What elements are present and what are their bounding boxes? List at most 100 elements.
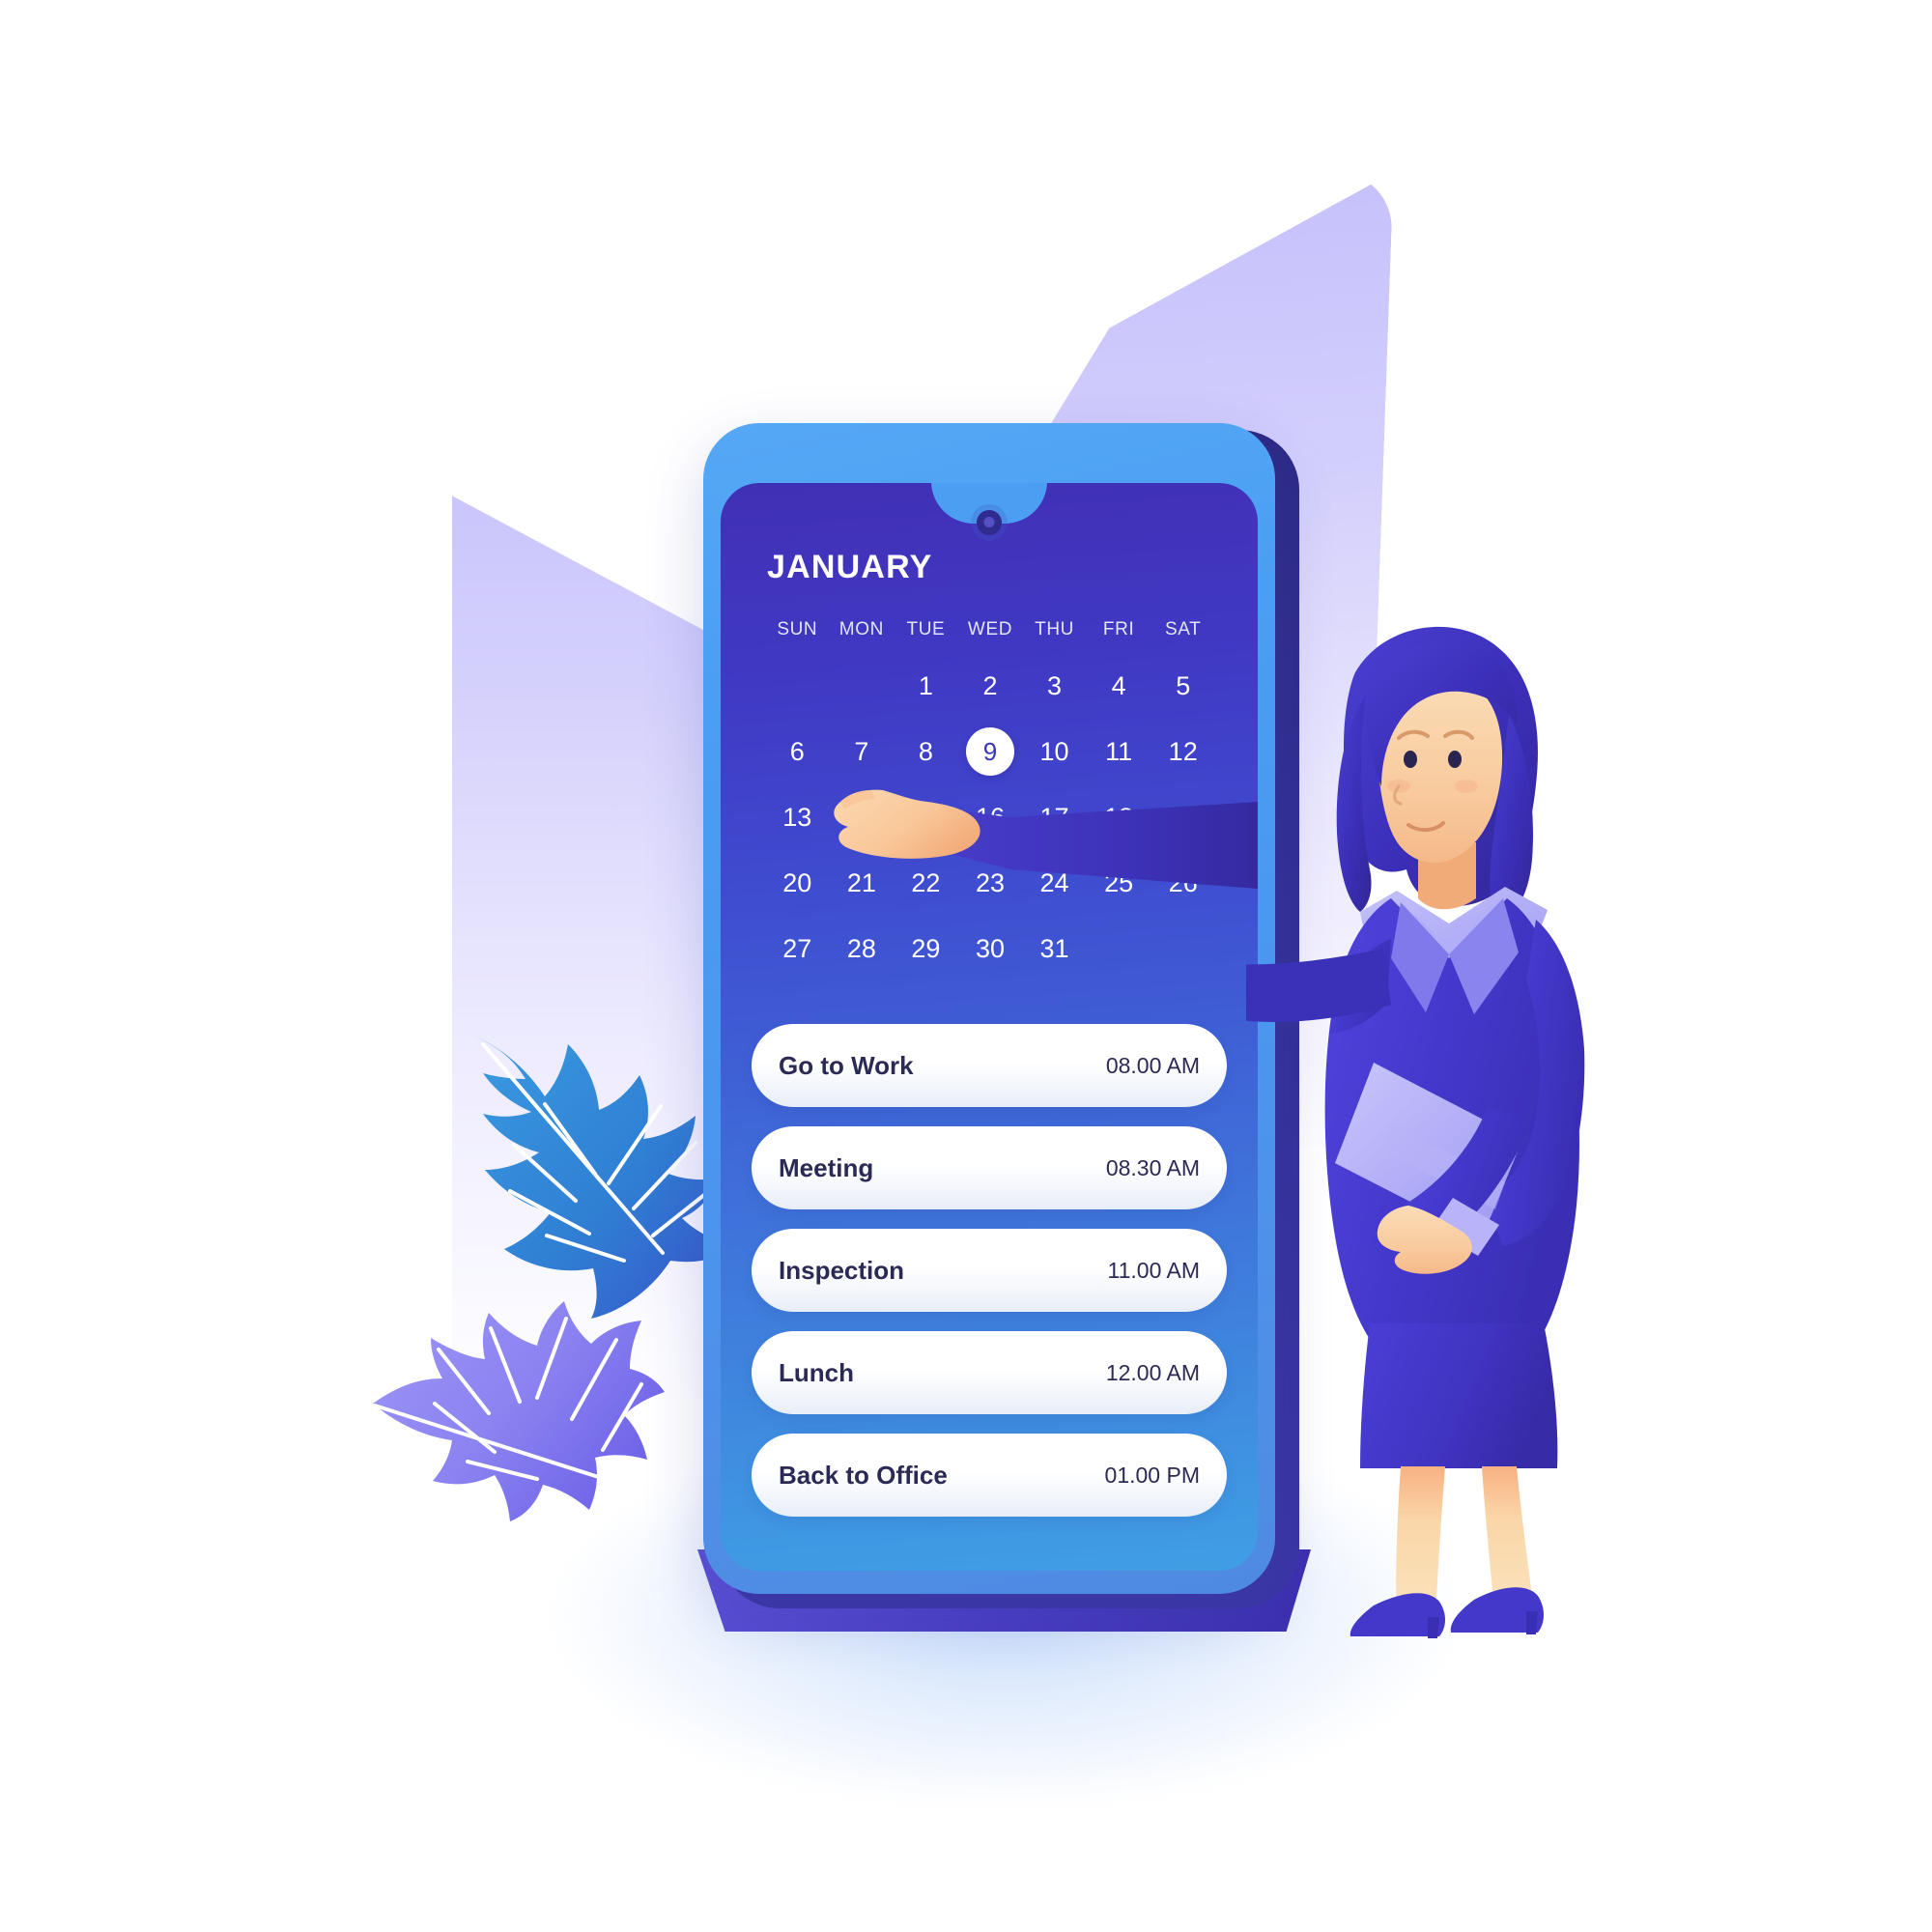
day-cell[interactable]: 2 bbox=[958, 662, 1023, 710]
day-cell[interactable]: 23 bbox=[958, 859, 1023, 907]
task-list: Go to Work 08.00 AM Meeting 08.30 AM Inspect… bbox=[752, 1024, 1227, 1536]
day-number: 4 bbox=[1111, 670, 1126, 700]
monstera-leaf-purple-icon bbox=[367, 1290, 667, 1521]
day-cell[interactable]: 3 bbox=[1022, 662, 1087, 710]
day-cell[interactable]: 30 bbox=[958, 924, 1023, 973]
businesswoman-character bbox=[1240, 580, 1671, 1642]
day-cell[interactable]: 15 bbox=[894, 793, 958, 841]
day-cell-empty bbox=[765, 662, 830, 710]
month-title: JANUARY bbox=[767, 549, 933, 585]
day-cell[interactable]: 8 bbox=[894, 727, 958, 776]
day-number: 10 bbox=[1039, 736, 1069, 766]
day-cell[interactable]: 16 bbox=[958, 793, 1023, 841]
task-title: Go to Work bbox=[779, 1050, 914, 1080]
day-cell[interactable]: 12 bbox=[1151, 727, 1215, 776]
task-title: Meeting bbox=[779, 1152, 874, 1182]
day-number: 8 bbox=[918, 736, 933, 766]
day-number: 26 bbox=[1168, 867, 1198, 897]
task-time: 08.00 AM bbox=[1105, 1052, 1200, 1078]
day-number: 9 bbox=[965, 727, 1014, 776]
task-time: 01.00 PM bbox=[1104, 1462, 1200, 1488]
day-cell[interactable]: 24 bbox=[1022, 859, 1087, 907]
day-number: 3 bbox=[1047, 670, 1063, 700]
day-number: 30 bbox=[975, 933, 1006, 963]
task-time: 12.00 AM bbox=[1105, 1359, 1200, 1385]
weekday-label-sun: SUN bbox=[777, 619, 818, 639]
day-cell[interactable]: 28 bbox=[830, 924, 895, 973]
weekday-label-fri: FRI bbox=[1102, 619, 1135, 639]
day-number: 21 bbox=[846, 867, 876, 897]
eye-right bbox=[1448, 751, 1462, 768]
day-cell[interactable]: 14 bbox=[830, 793, 895, 841]
illustration-canvas: JANUARY SUN MON TUE WED THU FRI SAT 1234567891… bbox=[0, 0, 1932, 1932]
day-number: 17 bbox=[1039, 802, 1069, 832]
day-cell[interactable]: 17 bbox=[1022, 793, 1087, 841]
day-cell[interactable]: 1 bbox=[894, 662, 958, 710]
task-card[interactable]: Back to Office 01.00 PM bbox=[752, 1434, 1227, 1517]
monstera-leaf-blue-icon bbox=[454, 1029, 734, 1319]
smartphone-device: JANUARY SUN MON TUE WED THU FRI SAT 1234567891… bbox=[703, 423, 1275, 1594]
day-number: 29 bbox=[911, 933, 941, 963]
weekday-label-mon: MON bbox=[838, 619, 884, 639]
day-cell[interactable]: 7 bbox=[830, 727, 895, 776]
day-number: 7 bbox=[854, 736, 869, 766]
task-card[interactable]: Inspection 11.00 AM bbox=[752, 1229, 1227, 1312]
task-time: 11.00 AM bbox=[1107, 1257, 1200, 1283]
day-number: 20 bbox=[782, 867, 812, 897]
day-cell[interactable]: 19 bbox=[1151, 793, 1215, 841]
day-cell[interactable]: 18 bbox=[1087, 793, 1151, 841]
weekday-header: SUN MON TUE WED THU FRI SAT bbox=[765, 619, 1215, 640]
day-cell[interactable]: 21 bbox=[830, 859, 895, 907]
calendar-widget: JANUARY SUN MON TUE WED THU FRI SAT 1234567891… bbox=[765, 549, 1215, 973]
day-number: 1 bbox=[918, 670, 933, 700]
day-number: 6 bbox=[789, 736, 805, 766]
eye-left bbox=[1404, 751, 1417, 768]
day-cell[interactable]: 31 bbox=[1022, 924, 1087, 973]
day-number: 31 bbox=[1039, 933, 1069, 963]
day-cell[interactable]: 27 bbox=[765, 924, 830, 973]
day-number: 27 bbox=[782, 933, 812, 963]
task-card[interactable]: Lunch 12.00 AM bbox=[752, 1331, 1227, 1414]
day-number: 23 bbox=[975, 867, 1006, 897]
day-cell[interactable]: 22 bbox=[894, 859, 958, 907]
day-cell[interactable]: 25 bbox=[1087, 859, 1151, 907]
day-number: 24 bbox=[1039, 867, 1069, 897]
weekday-label-sat: SAT bbox=[1165, 619, 1202, 639]
day-number: 25 bbox=[1104, 867, 1134, 897]
task-title: Back to Office bbox=[779, 1460, 948, 1490]
day-number: 2 bbox=[982, 670, 998, 700]
day-cell-selected[interactable]: 9 bbox=[958, 727, 1023, 776]
day-cell[interactable]: 20 bbox=[765, 859, 830, 907]
task-title: Lunch bbox=[779, 1357, 854, 1387]
day-number: 5 bbox=[1176, 670, 1191, 700]
day-cell-empty bbox=[830, 662, 895, 710]
day-number: 22 bbox=[911, 867, 941, 897]
day-cell[interactable]: 13 bbox=[765, 793, 830, 841]
task-title: Inspection bbox=[779, 1255, 905, 1285]
task-time: 08.30 AM bbox=[1105, 1154, 1200, 1180]
day-number: 12 bbox=[1168, 736, 1198, 766]
day-number: 18 bbox=[1104, 802, 1134, 832]
day-number: 15 bbox=[911, 802, 941, 832]
phone-screen: JANUARY SUN MON TUE WED THU FRI SAT 1234567891… bbox=[721, 483, 1258, 1571]
day-cell[interactable]: 10 bbox=[1022, 727, 1087, 776]
day-cell[interactable]: 26 bbox=[1151, 859, 1215, 907]
day-cell[interactable]: 5 bbox=[1151, 662, 1215, 710]
weekday-label-tue: TUE bbox=[906, 619, 946, 639]
weekday-label-thu: THU bbox=[1035, 619, 1074, 639]
day-cell[interactable]: 11 bbox=[1087, 727, 1151, 776]
weekday-label-wed: WED bbox=[967, 619, 1013, 639]
day-number: 11 bbox=[1105, 736, 1133, 766]
task-card[interactable]: Meeting 08.30 AM bbox=[752, 1126, 1227, 1209]
day-number: 19 bbox=[1168, 802, 1198, 832]
day-grid: 1 2 3 4 5 6 7 8 9 10 11 12 13 14 15 16 17 18 19 20 21 22 23 24 2… bbox=[765, 662, 1215, 973]
day-cell[interactable]: 29 bbox=[894, 924, 958, 973]
day-cell[interactable]: 4 bbox=[1087, 662, 1151, 710]
day-number: 28 bbox=[846, 933, 876, 963]
day-number: 13 bbox=[782, 802, 812, 832]
task-card[interactable]: Go to Work 08.00 AM bbox=[752, 1024, 1227, 1107]
day-number: 16 bbox=[975, 802, 1006, 832]
camera-lens-icon bbox=[983, 517, 995, 527]
day-cell[interactable]: 6 bbox=[765, 727, 830, 776]
day-number: 14 bbox=[846, 802, 876, 832]
